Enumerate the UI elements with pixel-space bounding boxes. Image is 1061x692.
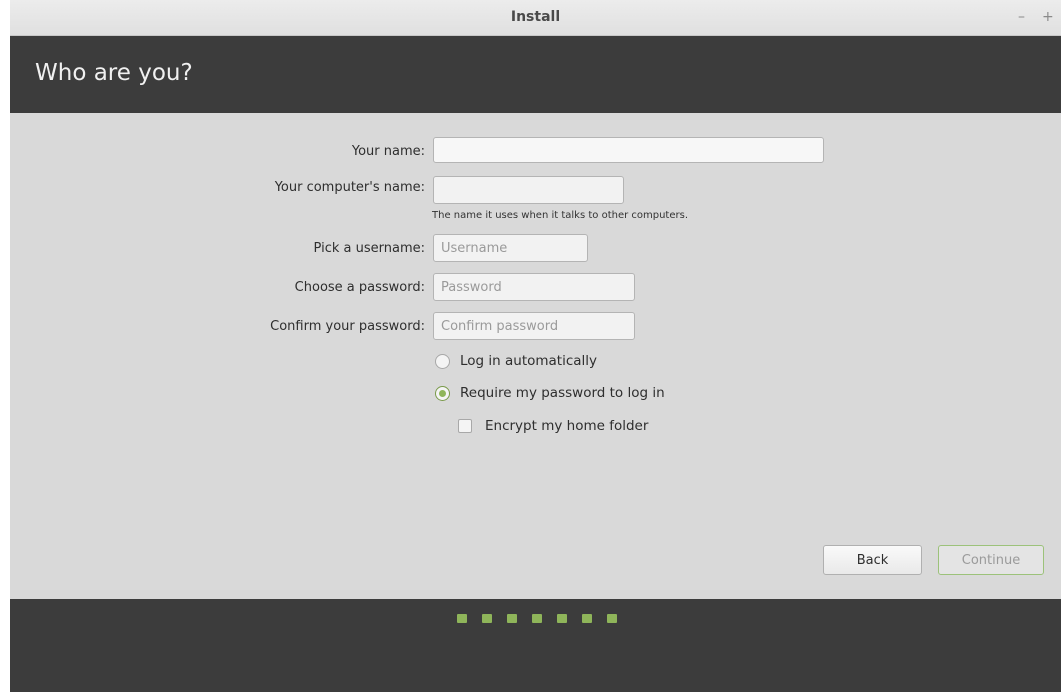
username-label: Pick a username: xyxy=(313,241,425,256)
minimize-icon[interactable]: – xyxy=(1018,9,1025,25)
progress-footer xyxy=(10,599,1061,692)
computer-name-hint: The name it uses when it talks to other … xyxy=(432,210,689,221)
encrypt-home-checkbox[interactable] xyxy=(458,419,472,433)
maximize-icon[interactable]: + xyxy=(1042,9,1054,25)
login-automatically-option[interactable]: Log in automatically xyxy=(435,353,597,369)
your-name-input[interactable] xyxy=(433,137,824,163)
continue-button[interactable]: Continue xyxy=(938,545,1044,575)
password-label: Choose a password: xyxy=(294,280,425,295)
progress-step-dot xyxy=(532,614,542,623)
login-automatically-label: Log in automatically xyxy=(460,353,598,369)
progress-indicator xyxy=(457,614,632,623)
username-input[interactable] xyxy=(433,234,588,262)
encrypt-home-option[interactable]: Encrypt my home folder xyxy=(458,418,648,434)
confirm-password-input[interactable] xyxy=(433,312,635,340)
progress-step-dot xyxy=(507,614,517,623)
window-left-edge xyxy=(0,0,10,692)
require-password-label: Require my password to log in xyxy=(460,385,665,401)
page-header: Who are you? xyxy=(10,36,1061,113)
progress-step-dot xyxy=(582,614,592,623)
progress-step-dot xyxy=(607,614,617,623)
require-password-radio[interactable] xyxy=(435,385,450,401)
confirm-password-label: Confirm your password: xyxy=(270,319,425,334)
progress-step-dot xyxy=(457,614,467,623)
page-title: Who are you? xyxy=(35,60,193,86)
title-bar[interactable]: Install – + xyxy=(10,0,1061,36)
password-input[interactable] xyxy=(433,273,635,301)
progress-step-dot xyxy=(557,614,567,623)
back-button[interactable]: Back xyxy=(823,545,922,575)
encrypt-home-label: Encrypt my home folder xyxy=(485,418,649,434)
your-name-label: Your name: xyxy=(351,144,425,159)
progress-step-dot xyxy=(482,614,492,623)
installer-window: Install – + Who are you? Your name: Your… xyxy=(0,0,1061,692)
login-automatically-radio[interactable] xyxy=(435,353,450,369)
window-title: Install xyxy=(510,9,561,25)
require-password-option[interactable]: Require my password to log in xyxy=(435,385,665,401)
computer-name-label: Your computer's name: xyxy=(274,180,425,195)
form-area: Your name: Your computer's name: The nam… xyxy=(10,113,1061,599)
computer-name-input[interactable] xyxy=(433,176,624,204)
